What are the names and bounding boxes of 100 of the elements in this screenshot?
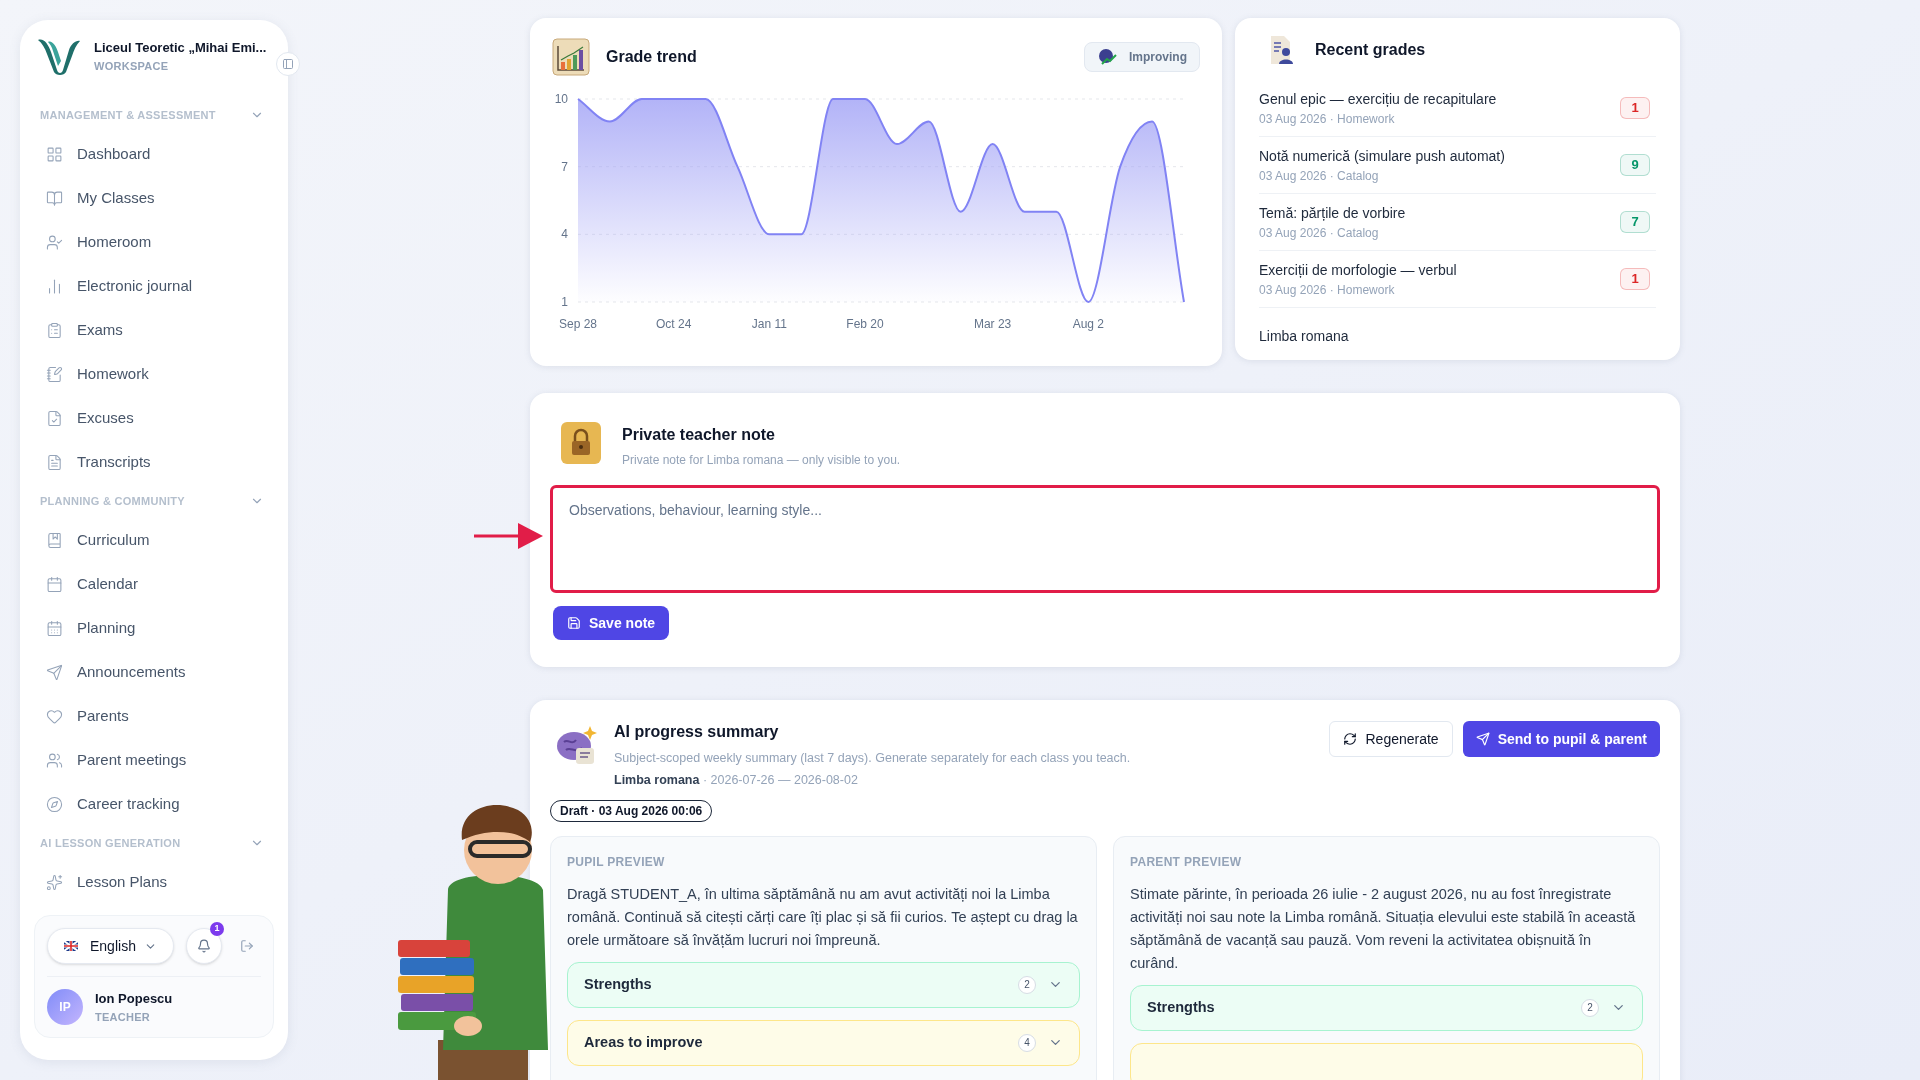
bell-icon: [196, 939, 211, 953]
grade-badge: 1: [1620, 97, 1650, 119]
grade-title: Exerciții de morfologie — verbul: [1259, 260, 1457, 280]
nav-item[interactable]: Calendar: [32, 562, 276, 606]
user-avatar: IP: [47, 989, 83, 1025]
section-heading: PLANNING & COMMUNITY: [40, 493, 185, 509]
file-check-icon: [46, 409, 63, 427]
preview-text: Dragă STUDENT_A, în ultima săptămână nu am avut activități noi la Limba română. Continuă să citești cărți care îți plac și să fii curios. Te aștept cu drag la orele următoare să învățăm lucruri noi împreună.: [567, 884, 1079, 950]
flag-icon: [64, 941, 78, 951]
nav-item[interactable]: Announcements: [32, 650, 276, 694]
save-note-button[interactable]: Save note: [553, 606, 670, 640]
bar-chart-icon: [46, 277, 63, 295]
count-badge: 2: [1018, 975, 1036, 994]
compass-icon: [46, 795, 63, 813]
axis-label: 4: [561, 227, 568, 242]
nav-item[interactable]: Parent meetings: [32, 738, 276, 782]
grade-title: Temă: părțile de vorbire: [1259, 203, 1406, 223]
user-name: Ion Popescu: [95, 990, 173, 1008]
axis-label: 7: [561, 159, 568, 174]
card-title: Grade trend: [606, 47, 697, 67]
nav-item[interactable]: Exams: [32, 308, 276, 352]
card-title: Recent grades: [1315, 40, 1426, 60]
preview-heading: PARENT PREVIEW: [1130, 853, 1243, 871]
axis-label: 1: [561, 295, 568, 309]
chart-icon: [552, 38, 590, 76]
accordion-item[interactable]: [1130, 1042, 1643, 1080]
nav-item[interactable]: Lesson Plans: [32, 860, 276, 904]
preview-heading: PUPIL PREVIEW: [567, 853, 666, 871]
axis-label: 10: [554, 92, 568, 106]
grade-badge: 1: [1620, 268, 1650, 290]
nav-item[interactable]: Homework: [32, 352, 276, 396]
send-button[interactable]: Send to pupil & parent: [1462, 721, 1660, 757]
refresh-icon: [1343, 732, 1358, 746]
grade-badge: 7: [1620, 211, 1650, 233]
pointer-arrow-icon: [474, 521, 544, 551]
nav-item[interactable]: Career tracking: [32, 782, 276, 826]
accordion-item[interactable]: Strengths 2: [1130, 984, 1643, 1031]
nav-item[interactable]: Homeroom: [32, 220, 276, 264]
note-field[interactable]: Observations, behaviour, learning style...: [550, 485, 1660, 593]
nav-item[interactable]: Planning: [32, 606, 276, 650]
status-badge: Improving: [1084, 42, 1200, 72]
grade-title: Limba romana: [1259, 326, 1349, 346]
user-role: TEACHER: [95, 1009, 152, 1025]
heart-icon: [46, 707, 63, 725]
grade-meta: 03 Aug 2026 · Homework: [1259, 110, 1396, 128]
calendar-icon: [46, 575, 63, 593]
book-icon: [46, 189, 63, 207]
section-heading: MANAGEMENT & ASSESSMENT: [40, 107, 216, 123]
workspace-label: WORKSPACE: [94, 58, 170, 74]
axis-label: Feb 20: [846, 317, 884, 331]
nav-item[interactable]: Parents: [32, 694, 276, 738]
accordion-item[interactable]: Areas to improve 4: [567, 1019, 1080, 1066]
subject-period: Limba romana · 2026-07-26 — 2026-08-02: [614, 771, 859, 789]
grid-icon: [46, 145, 63, 163]
count-badge: 4: [1018, 1033, 1036, 1052]
axis-label: Oct 24: [656, 317, 692, 331]
nav-item[interactable]: Curriculum: [32, 518, 276, 562]
preview-text: Stimate părinte, în perioada 26 iulie - 2 august 2026, nu au fost înregistrate activități noi sau note la Limba română. Situația elevului este stabilă în această săptămână de vacanță sau pauză. Vom reveni la activitatea obișnuită în curând.: [1130, 884, 1637, 973]
globe-arrow-icon: [1097, 48, 1117, 66]
axis-label: Aug 2: [1072, 317, 1104, 331]
card-title: Private teacher note: [622, 425, 776, 445]
lock-icon: [560, 421, 602, 465]
axis-label: Mar 23: [973, 317, 1012, 331]
bookmark-book-icon: [46, 531, 63, 549]
report-icon: [1269, 34, 1295, 66]
user-check-icon: [46, 233, 63, 251]
grade-badge: 9: [1620, 154, 1650, 176]
regenerate-button[interactable]: Regenerate: [1329, 721, 1453, 757]
document-icon: [46, 453, 63, 471]
nav-item[interactable]: Transcripts: [32, 440, 276, 484]
calendar-icon: [46, 619, 63, 637]
language-selector[interactable]: English: [47, 928, 174, 964]
nav-item[interactable]: Dashboard: [32, 132, 276, 176]
card-subtitle: Private note for Limba romana — only visible to you.: [622, 452, 901, 469]
grade-meta: 03 Aug 2026 · Catalog: [1259, 167, 1380, 185]
count-badge: 2: [1581, 998, 1599, 1017]
section-heading: AI LESSON GENERATION: [40, 835, 181, 851]
nav-item[interactable]: My Classes: [32, 176, 276, 220]
accordion-item[interactable]: Strengths 2: [567, 961, 1080, 1008]
panel-icon: [282, 58, 294, 70]
logout-icon: [240, 939, 255, 953]
collapse-sidebar-button[interactable]: [276, 52, 300, 76]
users-icon: [46, 751, 63, 769]
notification-count: 1: [209, 922, 224, 936]
grade-title: Genul epic — exercițiu de recapitulare: [1259, 89, 1497, 109]
card-title: AI progress summary: [614, 722, 780, 742]
clipboard-icon: [46, 321, 63, 339]
card-subtitle: Subject-scoped weekly summary (last 7 days). Generate separately for each class you teach.: [614, 750, 1131, 767]
nav-item[interactable]: Excuses: [32, 396, 276, 440]
sparkles-icon: [46, 873, 63, 891]
nav-item[interactable]: Electronic journal: [32, 264, 276, 308]
notebook-icon: [46, 365, 63, 383]
axis-label: Jan 11: [751, 317, 787, 331]
send-icon: [46, 663, 63, 681]
grade-title: Notă numerică (simulare push automat): [1259, 146, 1505, 166]
school-name: Liceul Teoretic „Mihai Emi...: [94, 39, 267, 57]
grade-meta: 03 Aug 2026 · Catalog: [1259, 224, 1380, 242]
axis-label: Sep 28: [559, 317, 597, 331]
save-icon: [567, 616, 581, 630]
send-icon: [1475, 732, 1490, 746]
